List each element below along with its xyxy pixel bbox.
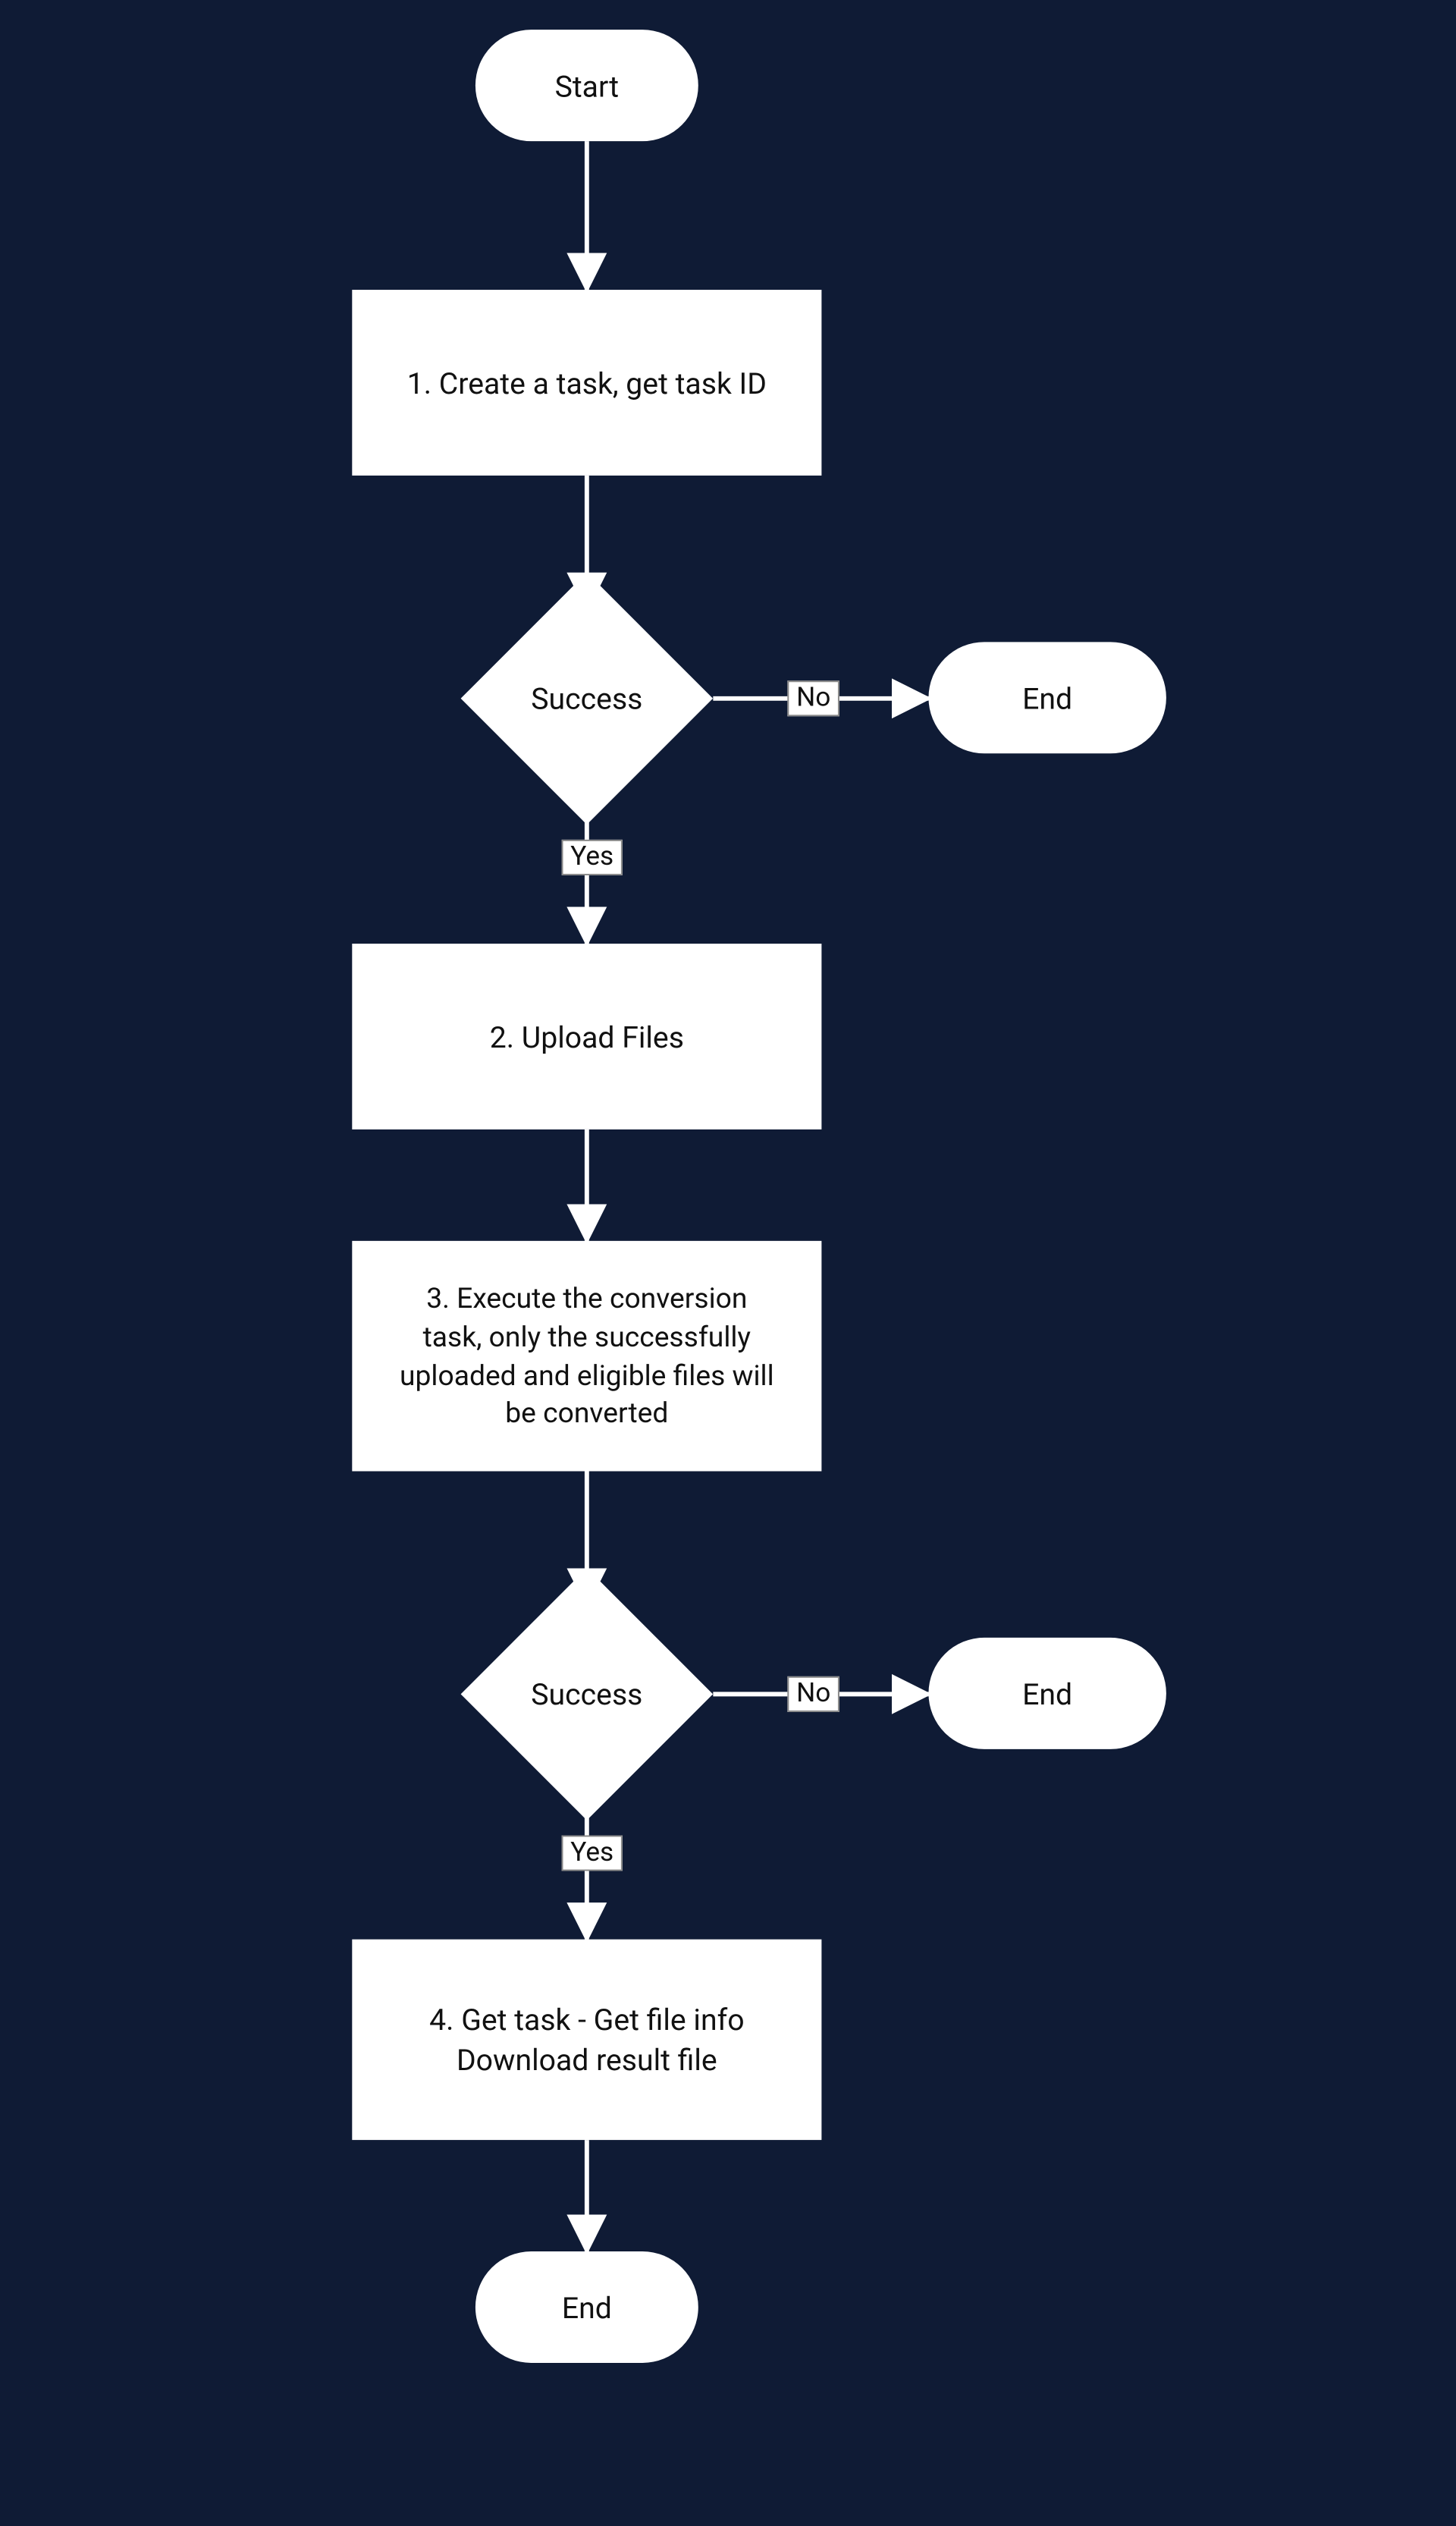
diagram-inner: Start 1. Create a task, get task ID Succ… xyxy=(0,0,1456,2526)
diagram-canvas: Start 1. Create a task, get task ID Succ… xyxy=(0,0,1456,2524)
edge-label-d2-no: No xyxy=(787,1676,839,1712)
edge-label-d1-yes: Yes xyxy=(562,840,623,875)
decision-1-label: Success xyxy=(460,572,713,825)
edge-label-d2-yes: Yes xyxy=(562,1835,623,1871)
terminator-start: Start xyxy=(475,30,698,141)
terminator-end-1: End xyxy=(928,642,1166,753)
terminator-end-3: End xyxy=(475,2251,698,2363)
process-step1: 1. Create a task, get task ID xyxy=(352,290,821,476)
process-step2: 2. Upload Files xyxy=(352,944,821,1129)
process-step4: 4. Get task - Get file info Download res… xyxy=(352,1940,821,2140)
edge-label-d1-no: No xyxy=(787,680,839,716)
decision-2-label: Success xyxy=(460,1568,713,1821)
terminator-end-2: End xyxy=(928,1638,1166,1749)
process-step3: 3. Execute the conversion task, only the… xyxy=(352,1241,821,1472)
decision-success-2: Success xyxy=(460,1568,713,1821)
decision-success-1: Success xyxy=(460,572,713,825)
